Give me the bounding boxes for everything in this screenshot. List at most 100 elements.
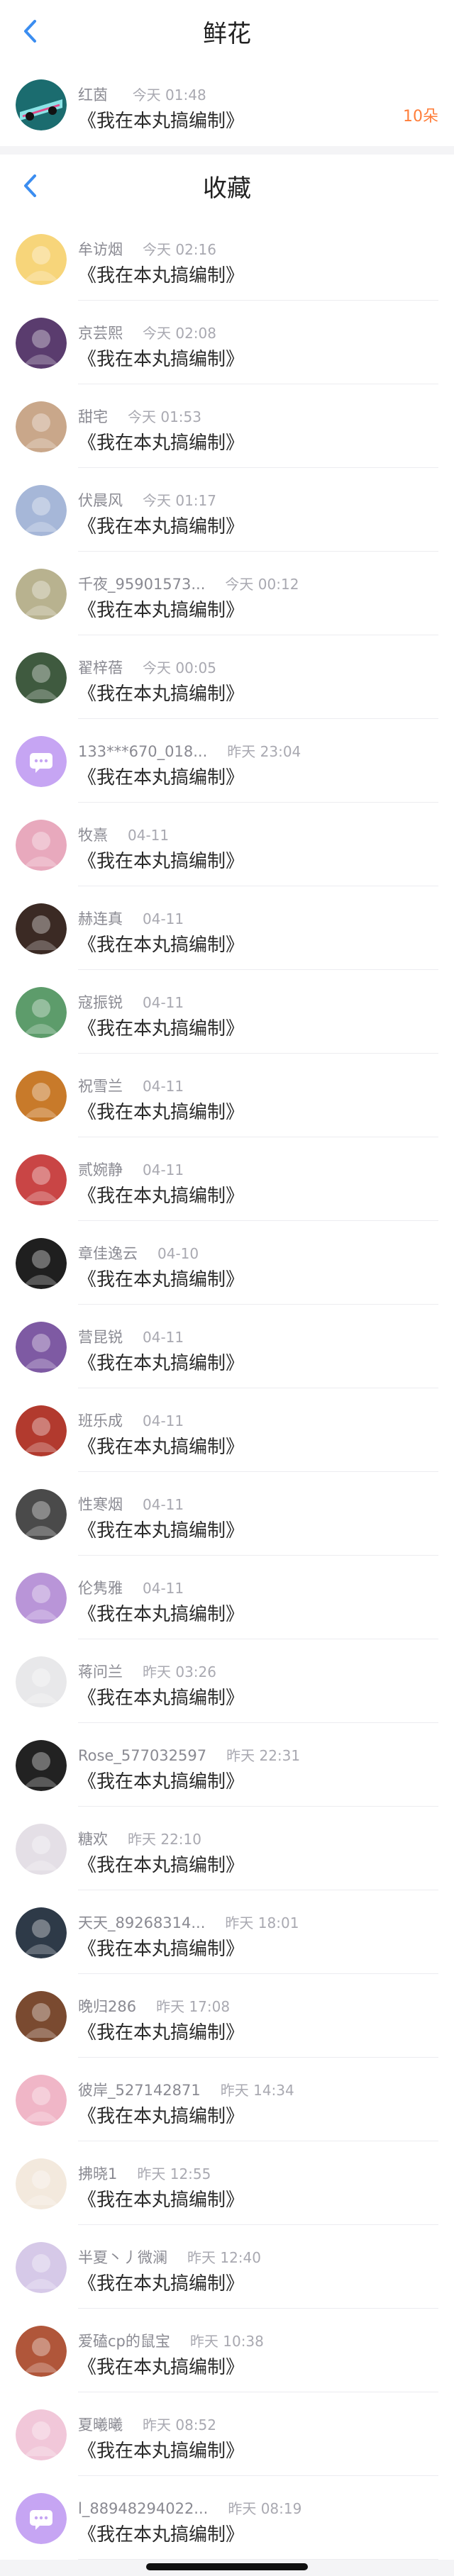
avatar — [16, 234, 67, 285]
timestamp: 04-11 — [143, 1496, 184, 1513]
user-name: 千夜_95901573... — [78, 576, 206, 593]
flower-count: 10朵 — [403, 108, 438, 126]
avatar — [16, 1824, 67, 1875]
user-name: 甜宅 — [78, 408, 108, 425]
avatar — [16, 2493, 67, 2544]
list-item[interactable]: 寇振锐 04-11 《我在本丸搞编制》 — [0, 970, 454, 1054]
list-item[interactable]: 糖欢 昨天 22:10 《我在本丸搞编制》 — [0, 1807, 454, 1890]
avatar — [16, 569, 67, 620]
list-item[interactable]: Rose_577032597 昨天 22:31 《我在本丸搞编制》 — [0, 1723, 454, 1807]
avatar — [16, 1656, 67, 1707]
user-name: 性寒烟 — [78, 1496, 123, 1513]
list-item[interactable]: 夏曦曦 昨天 08:52 《我在本丸搞编制》 — [0, 2392, 454, 2476]
book-title: 《我在本丸搞编制》 — [78, 1353, 245, 1374]
book-title: 《我在本丸搞编制》 — [78, 111, 245, 132]
section-gap — [0, 146, 454, 155]
avatar — [16, 736, 67, 787]
timestamp: 昨天 22:31 — [226, 1747, 301, 1764]
flowers-header: 鲜花 — [0, 0, 454, 62]
user-name: 京芸熙 — [78, 325, 123, 342]
list-item[interactable]: 133***670_018... 昨天 23:04 《我在本丸搞编制》 — [0, 719, 454, 803]
timestamp: 04-11 — [143, 910, 184, 927]
list-item[interactable]: 牧熹 04-11 《我在本丸搞编制》 — [0, 803, 454, 886]
avatar — [16, 2075, 67, 2126]
user-name: 营昆锐 — [78, 1329, 123, 1346]
user-name: 章佳逸云 — [78, 1245, 138, 1262]
book-title: 《我在本丸搞编制》 — [78, 1771, 245, 1792]
user-name: 伏晨风 — [78, 492, 123, 509]
list-item[interactable]: 性寒烟 04-11 《我在本丸搞编制》 — [0, 1472, 454, 1556]
list-item[interactable]: 祝雪兰 04-11 《我在本丸搞编制》 — [0, 1054, 454, 1137]
list-item[interactable]: 蒋问兰 昨天 03:26 《我在本丸搞编制》 — [0, 1639, 454, 1723]
avatar — [16, 1740, 67, 1791]
list-item[interactable]: 牟访烟 今天 02:16 《我在本丸搞编制》 — [0, 217, 454, 301]
book-title: 《我在本丸搞编制》 — [78, 1688, 245, 1709]
user-name: Rose_577032597 — [78, 1747, 207, 1764]
list-item[interactable]: 拂晓1 昨天 12:55 《我在本丸搞编制》 — [0, 2141, 454, 2225]
list-item[interactable]: 千夜_95901573... 今天 00:12 《我在本丸搞编制》 — [0, 552, 454, 635]
list-item[interactable]: 营昆锐 04-11 《我在本丸搞编制》 — [0, 1305, 454, 1388]
book-title: 《我在本丸搞编制》 — [78, 433, 245, 454]
book-title: 《我在本丸搞编制》 — [78, 2273, 245, 2295]
chevron-left-icon — [24, 174, 36, 197]
user-name: 糖欢 — [78, 1831, 108, 1848]
timestamp: 昨天 08:19 — [228, 2500, 302, 2517]
back-button[interactable] — [16, 172, 44, 200]
user-name: 蒋问兰 — [78, 1663, 123, 1680]
timestamp: 今天 00:12 — [225, 576, 299, 593]
flower-row[interactable]: 红茵 今天 01:48 《我在本丸搞编制》 10朵 — [0, 62, 454, 146]
list-item[interactable]: 赫连真 04-11 《我在本丸搞编制》 — [0, 886, 454, 970]
list-item[interactable]: 贰婉静 04-11 《我在本丸搞编制》 — [0, 1137, 454, 1221]
avatar — [16, 1238, 67, 1289]
book-title: 《我在本丸搞编制》 — [78, 851, 245, 872]
list-item[interactable]: 晚归286 昨天 17:08 《我在本丸搞编制》 — [0, 1974, 454, 2058]
timestamp: 04-11 — [143, 1412, 184, 1429]
avatar — [16, 1154, 67, 1205]
list-item[interactable]: 彼岸_527142871 昨天 14:34 《我在本丸搞编制》 — [0, 2058, 454, 2141]
list-item[interactable]: 天天_89268314... 昨天 18:01 《我在本丸搞编制》 — [0, 1890, 454, 1974]
favorites-list: 牟访烟 今天 02:16 《我在本丸搞编制》 京芸熙 今天 02:08 《我在本丸搞编制》… — [0, 217, 454, 2560]
book-title: 《我在本丸搞编制》 — [78, 935, 245, 956]
list-item[interactable]: 伏晨风 今天 01:17 《我在本丸搞编制》 — [0, 468, 454, 552]
list-item[interactable]: 爱磕cp的鼠宝 昨天 10:38 《我在本丸搞编制》 — [0, 2309, 454, 2392]
timestamp: 04-11 — [143, 994, 184, 1011]
book-title: 《我在本丸搞编制》 — [78, 1855, 245, 1876]
list-item[interactable]: 甜宅 今天 01:53 《我在本丸搞编制》 — [0, 384, 454, 468]
user-name: 牟访烟 — [78, 241, 123, 258]
book-title: 《我在本丸搞编制》 — [78, 600, 245, 621]
list-item[interactable]: 半夏丶丿微澜 昨天 12:40 《我在本丸搞编制》 — [0, 2225, 454, 2309]
list-item[interactable]: 伦隽雅 04-11 《我在本丸搞编制》 — [0, 1556, 454, 1639]
chevron-left-icon — [24, 20, 36, 43]
list-item[interactable]: 翟梓蓓 今天 00:05 《我在本丸搞编制》 — [0, 635, 454, 719]
timestamp: 昨天 12:40 — [187, 2249, 261, 2266]
timestamp: 04-10 — [157, 1245, 199, 1262]
back-button[interactable] — [16, 17, 44, 45]
list-item[interactable]: 班乐成 04-11 《我在本丸搞编制》 — [0, 1388, 454, 1472]
timestamp: 04-11 — [143, 1329, 184, 1346]
timestamp: 今天 02:16 — [143, 241, 216, 258]
book-title: 《我在本丸搞编制》 — [78, 1939, 245, 1960]
divider — [78, 2559, 438, 2560]
page-title: 鲜花 — [203, 19, 251, 48]
book-title: 《我在本丸搞编制》 — [78, 2441, 245, 2462]
avatar — [16, 2409, 67, 2460]
avatar — [16, 1071, 67, 1122]
avatar — [16, 2158, 67, 2209]
timestamp: 04-11 — [143, 1161, 184, 1178]
book-title: 《我在本丸搞编制》 — [78, 1018, 245, 1039]
book-title: 《我在本丸搞编制》 — [78, 516, 245, 537]
avatar — [16, 1907, 67, 1958]
user-name: 贰婉静 — [78, 1161, 123, 1178]
user-name: 寇振锐 — [78, 994, 123, 1011]
avatar — [16, 1489, 67, 1540]
list-item[interactable]: l_88948294022... 昨天 08:19 《我在本丸搞编制》 — [0, 2476, 454, 2560]
avatar — [16, 79, 67, 130]
list-item[interactable]: 京芸熙 今天 02:08 《我在本丸搞编制》 — [0, 301, 454, 384]
timestamp: 昨天 23:04 — [227, 743, 301, 760]
user-name: 班乐成 — [78, 1412, 123, 1429]
avatar — [16, 652, 67, 703]
user-name: 爱磕cp的鼠宝 — [78, 2333, 170, 2350]
timestamp: 昨天 18:01 — [225, 1914, 299, 1931]
timestamp: 今天 01:53 — [128, 408, 201, 425]
list-item[interactable]: 章佳逸云 04-10 《我在本丸搞编制》 — [0, 1221, 454, 1305]
